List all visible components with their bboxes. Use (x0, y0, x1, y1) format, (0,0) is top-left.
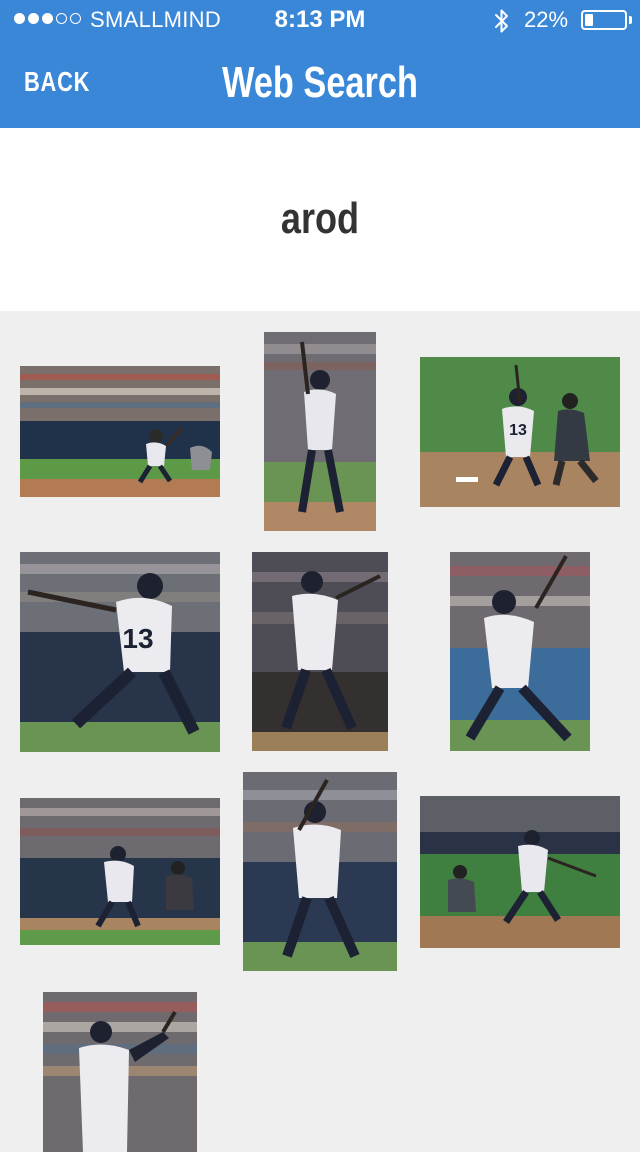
baseball-photo-image: 13 (420, 357, 620, 507)
baseball-photo-image (264, 332, 376, 531)
image-result-8[interactable] (243, 772, 397, 971)
battery-nub (629, 16, 632, 24)
baseball-photo-image (252, 552, 388, 751)
image-result-4[interactable]: 13 (20, 552, 220, 752)
baseball-photo-image (450, 552, 590, 751)
image-result-5[interactable] (252, 552, 388, 751)
bluetooth-icon (495, 9, 508, 33)
image-result-7[interactable] (20, 798, 220, 945)
image-result-1[interactable] (20, 366, 220, 497)
image-result-9[interactable] (420, 796, 620, 948)
search-query: arod (280, 194, 360, 243)
search-query-panel: arod (0, 128, 640, 311)
baseball-photo-image: 13 (20, 552, 220, 752)
baseball-photo-image (43, 992, 197, 1152)
battery-percent: 22% (524, 7, 569, 32)
image-result-3[interactable]: 13 (420, 357, 620, 507)
status-bar: SMALLMIND 8:13 PM 22% (0, 0, 640, 40)
baseball-photo-image (243, 772, 397, 971)
image-results-grid: 13 13 (0, 311, 640, 1152)
top-bar: SMALLMIND 8:13 PM 22% BACK Web Search (0, 0, 640, 128)
page-title: Web Search (222, 58, 418, 107)
battery-icon (581, 10, 627, 30)
baseball-photo-image (20, 798, 220, 945)
jersey-number: 13 (509, 422, 527, 439)
image-result-6[interactable] (450, 552, 590, 751)
baseball-photo-image (20, 366, 220, 497)
jersey-number: 13 (122, 623, 153, 654)
baseball-photo-image (420, 796, 620, 948)
image-result-2[interactable] (264, 332, 376, 531)
image-result-10[interactable] (43, 992, 197, 1152)
battery-level (585, 14, 593, 26)
